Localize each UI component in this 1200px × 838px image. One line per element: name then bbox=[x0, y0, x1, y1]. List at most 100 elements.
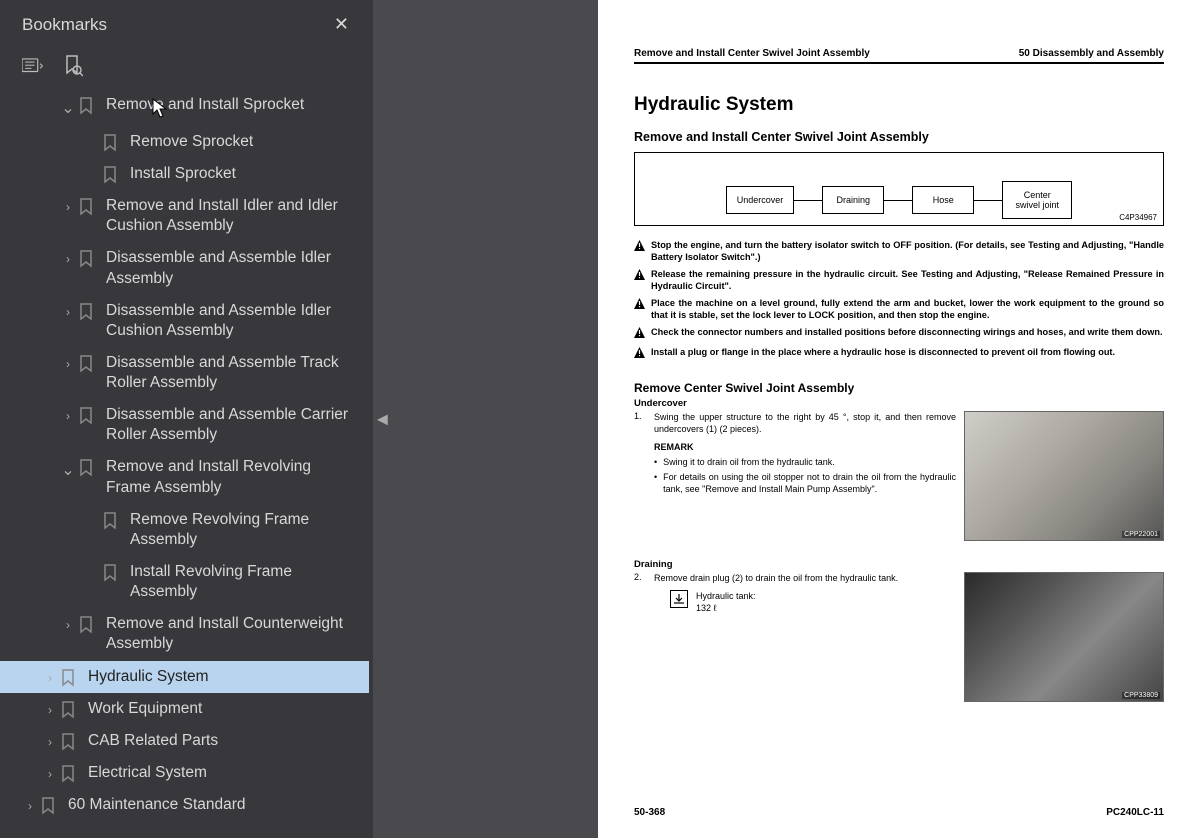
chevron-right-icon[interactable]: › bbox=[60, 614, 76, 634]
drain-icon bbox=[670, 590, 688, 608]
find-bookmark-icon[interactable] bbox=[62, 55, 84, 77]
step-image: CPP22001 bbox=[964, 411, 1164, 541]
bookmark-label: Remove and Install Sprocket bbox=[106, 95, 361, 115]
image-code: CPP22001 bbox=[1122, 531, 1160, 538]
flow-diagram: Undercover Draining Hose Center swivel j… bbox=[634, 152, 1164, 226]
bookmark-icon bbox=[38, 795, 58, 815]
warning-item: Release the remaining pressure in the hy… bbox=[634, 269, 1164, 293]
sidebar-header: Bookmarks ✕ bbox=[0, 0, 373, 49]
document-page: Remove and Install Center Swivel Joint A… bbox=[598, 0, 1200, 838]
bookmark-icon bbox=[76, 95, 96, 115]
bookmark-item[interactable]: ›Disassemble and Assemble Track Roller A… bbox=[0, 347, 369, 399]
bookmark-label: 60 Maintenance Standard bbox=[68, 795, 361, 815]
bookmark-item[interactable]: › Hydraulic System bbox=[0, 661, 369, 693]
warning-item: Check the connector numbers and installe… bbox=[634, 327, 1164, 342]
options-icon[interactable] bbox=[22, 55, 44, 77]
spec-label: Hydraulic tank: bbox=[696, 590, 756, 602]
chevron-right-icon[interactable]: › bbox=[60, 301, 76, 321]
diagram-code: C4P34967 bbox=[1119, 213, 1157, 222]
warning-text: Place the machine on a level ground, ful… bbox=[651, 298, 1164, 322]
chevron-right-icon[interactable]: › bbox=[42, 667, 58, 687]
collapse-handle-icon[interactable]: ◀ bbox=[373, 401, 392, 438]
step-number: 1. bbox=[634, 411, 646, 541]
warning-icon bbox=[634, 269, 645, 293]
bookmark-tree[interactable]: ⌄Remove and Install Sprocket›Remove Spro… bbox=[0, 89, 373, 838]
chevron-right-icon[interactable]: › bbox=[22, 795, 38, 815]
chevron-right-icon[interactable]: › bbox=[60, 405, 76, 425]
bookmark-label: Remove and Install Revolving Frame Assem… bbox=[106, 457, 361, 497]
bookmark-icon bbox=[76, 457, 96, 477]
warning-item: Install a plug or flange in the place wh… bbox=[634, 347, 1164, 362]
header-left: Remove and Install Center Swivel Joint A… bbox=[634, 48, 870, 59]
chevron-right-icon[interactable]: › bbox=[42, 699, 58, 719]
spec-row: Hydraulic tank: 132 ℓ bbox=[670, 590, 956, 614]
step-row: 2. Remove drain plug (2) to drain the oi… bbox=[634, 572, 1164, 702]
diagram-box: Undercover bbox=[726, 186, 795, 214]
bookmark-item[interactable]: › Disassemble and Assemble Idler Cushion … bbox=[0, 295, 369, 347]
bookmark-item[interactable]: ›Install Sprocket bbox=[0, 158, 369, 190]
warning-icon bbox=[634, 298, 645, 322]
bullet-item: Swing it to drain oil from the hydraulic… bbox=[654, 456, 956, 468]
bookmark-icon bbox=[100, 562, 120, 582]
step-text: Swing the upper structure to the right b… bbox=[654, 411, 956, 541]
bookmark-item[interactable]: › Electrical System bbox=[0, 757, 369, 789]
spec-value: 132 ℓ bbox=[696, 602, 756, 614]
bookmark-item[interactable]: ⌄ Remove and Install Revolving Frame Asse… bbox=[0, 451, 369, 503]
close-icon[interactable]: ✕ bbox=[326, 10, 357, 39]
footer-left: 50-368 bbox=[634, 807, 665, 818]
bookmark-item[interactable]: ›Install Revolving Frame Assembly bbox=[0, 556, 369, 608]
bookmark-label: Disassemble and Assemble Idler Cushion A… bbox=[106, 301, 361, 341]
panel-gap: ◀ bbox=[373, 0, 598, 838]
warning-text: Release the remaining pressure in the hy… bbox=[651, 269, 1164, 293]
bookmark-label: Remove Sprocket bbox=[130, 132, 361, 152]
chevron-down-icon[interactable]: ⌄ bbox=[60, 95, 76, 120]
bookmark-item[interactable]: ›CAB Related Parts bbox=[0, 725, 369, 757]
bookmark-icon bbox=[100, 510, 120, 530]
bookmark-label: Hydraulic System bbox=[88, 667, 361, 687]
chevron-right-icon[interactable]: › bbox=[42, 763, 58, 783]
step-row: 1. Swing the upper structure to the righ… bbox=[634, 411, 1164, 541]
warning-item: Stop the engine, and turn the battery is… bbox=[634, 240, 1164, 264]
warning-item: Place the machine on a level ground, ful… bbox=[634, 298, 1164, 322]
bookmark-item[interactable]: ›Remove Sprocket bbox=[0, 126, 369, 158]
sidebar-title: Bookmarks bbox=[22, 15, 107, 35]
bookmark-item[interactable]: › Disassemble and Assemble Idler Assembly bbox=[0, 242, 369, 294]
step-title: Undercover bbox=[634, 398, 1164, 409]
chevron-right-icon[interactable]: › bbox=[60, 196, 76, 216]
bookmark-label: Remove and Install Idler and Idler Cushi… bbox=[106, 196, 361, 236]
bookmark-label: Electrical System bbox=[88, 763, 361, 783]
diagram-box: Draining bbox=[822, 186, 884, 214]
step-number: 2. bbox=[634, 572, 646, 702]
warning-text: Check the connector numbers and installe… bbox=[651, 327, 1163, 342]
page-header: Remove and Install Center Swivel Joint A… bbox=[634, 48, 1164, 64]
bookmark-item[interactable]: ›Remove Revolving Frame Assembly bbox=[0, 504, 369, 556]
page-subtitle: Remove and Install Center Swivel Joint A… bbox=[634, 130, 1164, 144]
page-title: Hydraulic System bbox=[634, 94, 1164, 116]
bookmark-item[interactable]: › 60 Maintenance Standard bbox=[0, 789, 369, 821]
sidebar-toolbar bbox=[0, 49, 373, 89]
chevron-right-icon[interactable]: › bbox=[60, 353, 76, 373]
bookmark-label: Disassemble and Assemble Idler Assembly bbox=[106, 248, 361, 288]
bookmark-item[interactable]: › Remove and Install Counterweight Assemb… bbox=[0, 608, 369, 660]
step-image: CPP33809 bbox=[964, 572, 1164, 702]
warnings-list: Stop the engine, and turn the battery is… bbox=[634, 240, 1164, 367]
bookmark-icon bbox=[76, 301, 96, 321]
chevron-right-icon[interactable]: › bbox=[60, 248, 76, 268]
diagram-box: Center swivel joint bbox=[1002, 181, 1072, 219]
bookmark-icon bbox=[58, 699, 78, 719]
bookmark-icon bbox=[76, 614, 96, 634]
warning-text: Stop the engine, and turn the battery is… bbox=[651, 240, 1164, 264]
section-heading: Remove Center Swivel Joint Assembly bbox=[634, 381, 1164, 395]
bullet-item: For details on using the oil stopper not… bbox=[654, 471, 956, 495]
bookmarks-panel: Bookmarks ✕ ⌄ Remove and Install Sprocket… bbox=[0, 0, 373, 838]
bookmark-item[interactable]: ›Work Equipment bbox=[0, 693, 369, 725]
chevron-right-icon[interactable]: › bbox=[42, 731, 58, 751]
chevron-down-icon[interactable]: ⌄ bbox=[60, 457, 76, 482]
bookmark-item[interactable]: ⌄ Remove and Install Sprocket bbox=[0, 89, 369, 126]
step-text: Remove drain plug (2) to drain the oil f… bbox=[654, 572, 956, 702]
bookmark-label: Remove and Install Counterweight Assembl… bbox=[106, 614, 361, 654]
header-right: 50 Disassembly and Assembly bbox=[1019, 48, 1164, 59]
bookmark-item[interactable]: ›Disassemble and Assemble Carrier Roller… bbox=[0, 399, 369, 451]
remark-label: REMARK bbox=[654, 441, 956, 453]
bookmark-item[interactable]: › Remove and Install Idler and Idler Cush… bbox=[0, 190, 369, 242]
